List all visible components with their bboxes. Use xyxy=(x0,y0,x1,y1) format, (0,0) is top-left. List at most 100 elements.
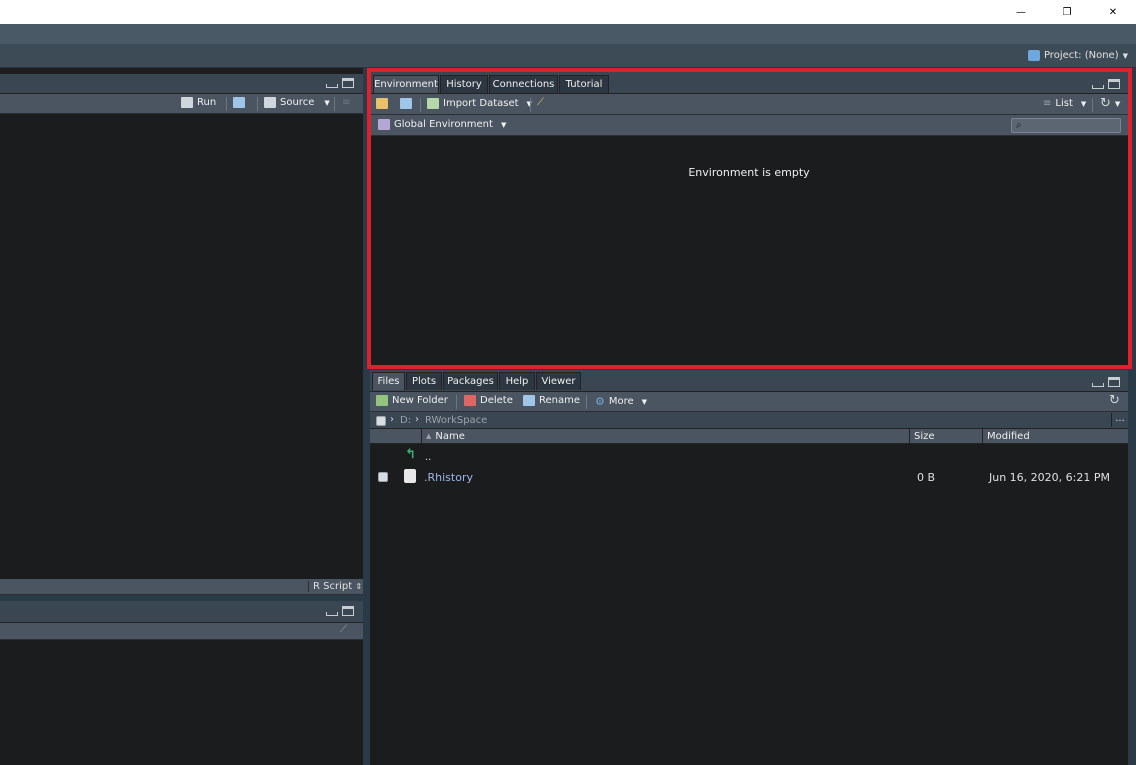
rename-label: Rename xyxy=(539,395,581,406)
file-type-menu[interactable]: R Script ⇕ xyxy=(308,581,362,592)
right-edge xyxy=(1128,370,1136,765)
dropdown-icon: ▼ xyxy=(324,98,330,107)
minimize-button[interactable]: — xyxy=(998,0,1044,24)
toolbar-separator xyxy=(420,98,421,112)
column-modified[interactable]: Modified xyxy=(983,429,1128,443)
file-checkbox[interactable] xyxy=(378,472,388,482)
project-toolbar: Project: (None) ▼ xyxy=(0,44,1136,68)
source-editor[interactable] xyxy=(0,114,363,579)
select-all-checkbox[interactable] xyxy=(376,416,386,426)
maximize-pane-icon[interactable] xyxy=(342,78,354,88)
files-table-header: ▲ Name Size Modified xyxy=(370,429,1128,444)
project-menu[interactable]: Project: (None) ▼ xyxy=(1027,50,1128,61)
files-tabbar: Files Plots Packages Help Viewer xyxy=(370,370,1128,392)
close-button[interactable]: ✕ xyxy=(1090,0,1136,24)
delete-button[interactable]: Delete xyxy=(464,395,513,406)
environment-search-input[interactable]: ⌕ xyxy=(1011,118,1121,133)
minimize-icon: — xyxy=(1016,6,1026,18)
updown-icon: ⇕ xyxy=(355,582,363,591)
environment-content: Environment is empty xyxy=(370,136,1128,365)
breadcrumb-folder[interactable]: RWorkSpace xyxy=(425,415,487,426)
import-dataset-button[interactable]: Import Dataset ▼ xyxy=(427,98,532,109)
rename-button[interactable]: Rename xyxy=(523,395,580,406)
parent-dir-row[interactable]: ↰ .. xyxy=(370,446,1128,466)
broom-icon: ⟋ xyxy=(537,97,544,108)
refresh-environment-button[interactable]: ↻ ▼ xyxy=(1100,96,1120,111)
maximize-pane-icon[interactable] xyxy=(342,606,354,616)
source-pane-controls xyxy=(326,78,354,88)
minimize-pane-icon[interactable] xyxy=(1092,383,1104,387)
source-toolbar: Run Source ▼ ≡ xyxy=(0,94,363,114)
clear-console-button[interactable]: ⟋ xyxy=(340,624,347,635)
dropdown-icon: ▼ xyxy=(1080,99,1087,108)
rerun-button[interactable] xyxy=(233,97,245,108)
rename-icon xyxy=(523,395,535,406)
minimize-pane-icon[interactable] xyxy=(326,84,338,88)
delete-label: Delete xyxy=(480,395,513,406)
load-workspace-button[interactable] xyxy=(376,98,388,109)
files-list: ↰ .. .Rhistory 0 B Jun 16, 2020, 6:21 PM xyxy=(370,444,1128,765)
toolbar-separator xyxy=(334,97,335,111)
new-folder-icon xyxy=(376,395,388,406)
environment-scope-menu[interactable]: Global Environment ▼ xyxy=(378,119,506,130)
dropdown-icon: ▼ xyxy=(500,120,507,129)
tab-packages[interactable]: Packages xyxy=(443,372,498,390)
tab-history[interactable]: History xyxy=(440,75,488,93)
save-workspace-button[interactable] xyxy=(400,98,412,109)
new-folder-label: New Folder xyxy=(392,395,448,406)
restore-button[interactable]: ❐ xyxy=(1044,0,1090,24)
maximize-pane-icon[interactable] xyxy=(1108,377,1120,387)
column-name[interactable]: ▲ Name xyxy=(422,429,910,443)
minimize-pane-icon[interactable] xyxy=(326,612,338,616)
tab-environment[interactable]: Environment xyxy=(373,75,439,93)
vertical-splitter[interactable] xyxy=(363,68,370,765)
rerun-icon xyxy=(233,97,245,108)
delete-icon xyxy=(464,395,476,406)
environment-icon xyxy=(378,119,390,130)
up-arrow-icon: ↰ xyxy=(405,447,416,462)
list-icon: ≡ xyxy=(1043,98,1052,109)
tab-viewer[interactable]: Viewer xyxy=(536,372,581,390)
dropdown-icon: ▼ xyxy=(1122,51,1128,60)
chevron-right-icon: › xyxy=(390,414,394,425)
console-output[interactable] xyxy=(0,640,363,765)
toolbar-separator xyxy=(530,98,531,112)
column-size[interactable]: Size xyxy=(910,429,983,443)
view-mode-menu[interactable]: ≡ List ▼ xyxy=(1043,98,1086,109)
environment-empty-message: Environment is empty xyxy=(688,166,810,179)
more-label: More xyxy=(608,396,634,407)
files-pane-controls xyxy=(1092,377,1120,387)
new-folder-button[interactable]: New Folder xyxy=(376,395,448,406)
more-menu-button[interactable]: ⚙ More ▼ xyxy=(595,395,647,408)
tab-label: Plots xyxy=(411,376,437,387)
refresh-files-button[interactable]: ↻ xyxy=(1109,393,1120,408)
file-size: 0 B xyxy=(917,471,936,484)
tab-plots[interactable]: Plots xyxy=(406,372,442,390)
tab-files[interactable]: Files xyxy=(372,372,405,390)
minimize-pane-icon[interactable] xyxy=(1092,85,1104,89)
dropdown-icon: ▼ xyxy=(641,397,648,406)
tab-help[interactable]: Help xyxy=(499,372,535,390)
project-label: Project: (None) xyxy=(1043,50,1119,61)
tab-tutorial[interactable]: Tutorial xyxy=(559,75,609,93)
file-name-link[interactable]: .Rhistory xyxy=(424,471,473,484)
tab-label: Tutorial xyxy=(565,79,603,90)
source-button[interactable]: Source ▼ xyxy=(264,97,330,108)
environment-search-field[interactable] xyxy=(1021,119,1112,132)
tab-label: Packages xyxy=(447,376,494,387)
run-button[interactable]: Run xyxy=(181,97,216,108)
maximize-pane-icon[interactable] xyxy=(1108,79,1120,89)
run-icon xyxy=(181,97,193,108)
tab-connections[interactable]: Connections xyxy=(489,75,558,93)
source-tabbar xyxy=(0,74,363,94)
more-options-button[interactable]: ... xyxy=(1111,413,1128,427)
outline-button[interactable]: ≡ xyxy=(342,97,350,108)
toolbar-separator xyxy=(226,97,227,111)
parent-dir-link[interactable]: .. xyxy=(425,452,431,463)
breadcrumb-drive[interactable]: D: xyxy=(400,415,411,426)
outline-icon: ≡ xyxy=(342,97,351,108)
toolbar-separator xyxy=(1092,98,1093,112)
clear-workspace-button[interactable]: ⟋ xyxy=(537,97,544,108)
source-statusbar: R Script ⇕ xyxy=(0,579,363,595)
r-file-icon xyxy=(404,469,416,483)
